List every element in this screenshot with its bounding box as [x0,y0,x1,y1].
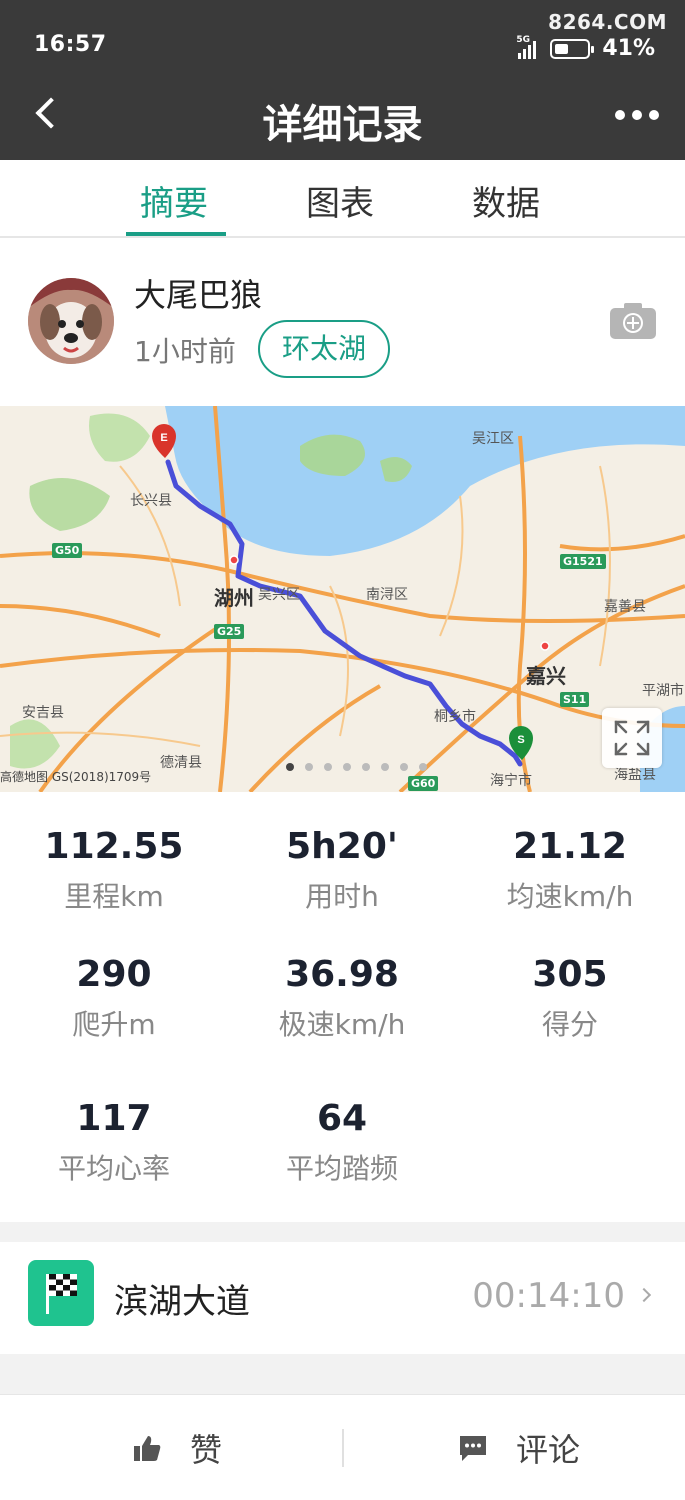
tab-data[interactable]: 数据 [472,176,540,225]
app-header: 16:57 8264.COM 5G 41% 详细记录 [0,0,685,160]
stat-label: 均速km/h [506,880,634,913]
page-dot [324,763,332,771]
segment-time: 00:14:10 [472,1276,625,1316]
stat-max-speed: 36.98 极速km/h [228,954,456,1043]
section-divider [0,1354,685,1394]
stat-value: 5h20' [286,826,398,867]
stat-value: 112.55 [44,826,184,867]
tab-bar: 摘要 图表 数据 [0,160,685,238]
map-label-pinghu: 平湖市 [642,683,684,699]
stat-value: 290 [76,954,152,995]
action-divider [342,1429,344,1467]
map-label-wuxing: 吴兴区 [258,587,300,603]
stat-avg-speed: 21.12 均速km/h [456,826,684,915]
stat-value: 117 [76,1098,152,1139]
end-marker: E [152,424,176,458]
dog-avatar-image [28,278,114,364]
stat-avg-cadence: 64 平均踏频 [228,1098,456,1187]
more-options-icon[interactable] [615,110,659,120]
stat-duration: 5h20' 用时h [228,826,456,915]
stat-avg-heart-rate: 117 平均心率 [0,1098,228,1187]
page-dot [362,763,370,771]
stat-label: 得分 [541,1008,598,1041]
map-label-anji: 安吉县 [22,705,64,721]
start-marker-label: S [517,734,524,746]
road-shield-g1521: G1521 [560,554,606,569]
active-tab-indicator [126,232,226,236]
map-label-jiaxing: 嘉兴 [526,664,566,688]
segment-row[interactable]: 滨湖大道 00:14:10 [0,1242,685,1354]
username[interactable]: 大尾巴狼 [134,270,262,316]
map-label-deqing: 德清县 [160,755,202,771]
checkered-flag-icon [28,1260,94,1326]
avatar[interactable] [28,278,114,364]
stat-label: 极速km/h [278,1008,406,1041]
map-page-indicator [286,763,427,771]
like-button[interactable]: 赞 [132,1425,222,1471]
stat-label: 里程km [64,880,164,913]
map-credit: 高德地图 GS(2018)1709号 [0,770,152,784]
road-shield-g60: G60 [408,776,439,791]
tab-summary[interactable]: 摘要 [140,176,208,225]
page-dot [343,763,351,771]
map-label-haining: 海宁市 [490,773,532,789]
stat-label: 爬升m [72,1008,156,1041]
road-shield-s11: S11 [560,692,590,707]
stat-distance: 112.55 里程km [0,826,228,915]
like-label: 赞 [190,1431,223,1469]
stat-value: 305 [532,954,608,995]
add-photo-icon[interactable] [609,302,657,340]
end-marker-label: E [160,432,167,444]
page-dot [381,763,389,771]
segment-name: 滨湖大道 [114,1282,250,1322]
chevron-right-icon [636,1287,652,1303]
section-divider [0,1222,685,1242]
map-canvas: E S [0,406,685,792]
page-dot [419,763,427,771]
map-label-tongxiang: 桐乡市 [434,709,476,725]
stat-value: 36.98 [285,954,399,995]
stat-value: 21.12 [513,826,627,867]
stat-climb: 290 爬升m [0,954,228,1043]
page-dot [305,763,313,771]
stat-label: 平均踏频 [285,1152,398,1185]
tab-charts[interactable]: 图表 [306,176,374,225]
map-label-changxing: 长兴县 [130,493,172,509]
status-indicators: 5G 41% [516,35,655,62]
route-tag[interactable]: 环太湖 [258,320,390,378]
route-map[interactable]: E S 吴江区 长兴县 湖州 吴兴区 南浔区 嘉兴 嘉善县 平湖市 安吉县 德清… [0,406,685,792]
road-shield-g50: G50 [52,543,83,558]
map-fullscreen-button[interactable] [602,708,662,768]
road-shield-g25: G25 [214,624,245,639]
signal-icon: 5G [516,35,537,59]
record-time-ago: 1小时前 [134,335,236,368]
map-label-nanxun: 南浔区 [366,587,408,603]
stat-label: 平均心率 [57,1152,170,1185]
comment-icon [460,1436,486,1461]
stat-value: 64 [316,1098,368,1139]
watermark-text: 8264.COM [548,10,667,34]
stat-score: 305 得分 [456,954,684,1043]
page-title: 详细记录 [262,102,423,148]
map-label-wujiang: 吴江区 [472,431,514,447]
battery-icon [550,38,595,59]
status-time: 16:57 [34,32,107,57]
map-label-huzhou: 湖州 [214,586,254,610]
network-type: 5G [516,34,530,45]
stat-label: 用时h [305,880,379,913]
page-dot [400,763,408,771]
map-label-jiashan: 嘉善县 [604,599,646,615]
thumbs-up-icon [134,1436,161,1461]
comment-button[interactable]: 评论 [458,1425,580,1471]
page-dot [286,763,294,771]
battery-percent: 41% [602,36,655,61]
expand-icon [614,720,650,756]
bottom-action-bar: 赞 评论 [0,1394,685,1500]
comment-label: 评论 [516,1431,581,1469]
